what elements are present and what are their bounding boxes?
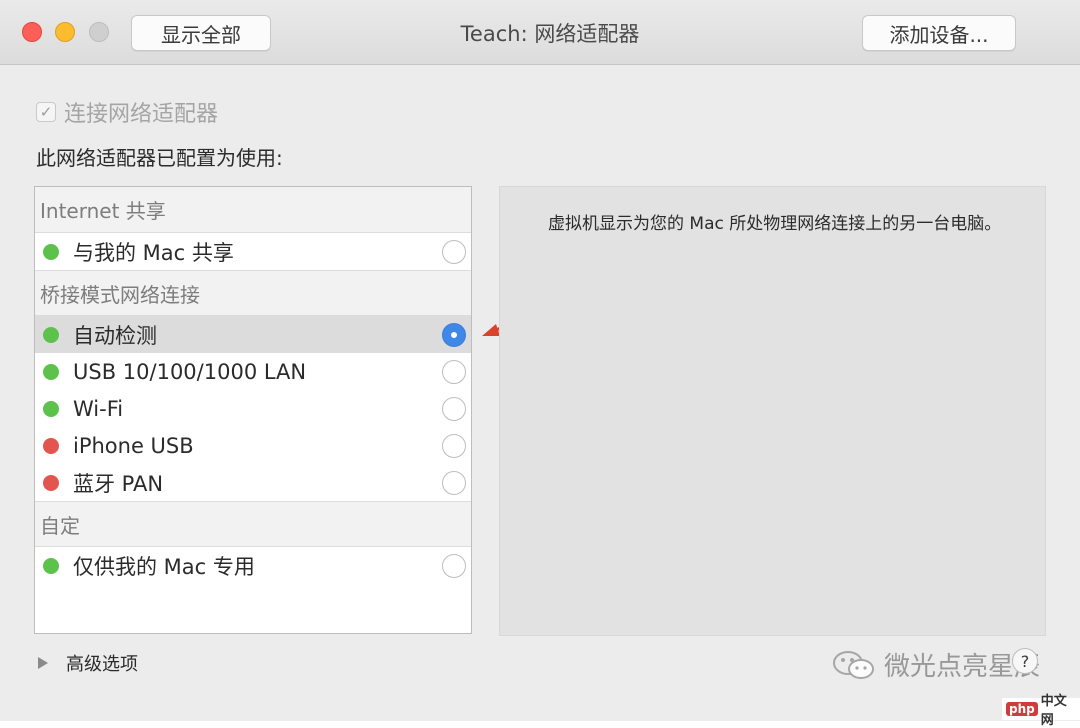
list-item-label: 仅供我的 Mac 专用 [73, 554, 255, 579]
list-item-mac-only[interactable]: 仅供我的 Mac 专用 [35, 547, 471, 584]
watermark: 微光点亮星辰 [832, 646, 1040, 683]
site-badge-cn: 中文网 [1040, 694, 1067, 728]
list-item-share-with-mac[interactable]: 与我的 Mac 共享 [35, 233, 471, 270]
connect-adapter-checkbox[interactable]: ✓ [36, 102, 56, 122]
site-badge-php: php [1006, 702, 1038, 716]
list-item-usb-lan[interactable]: USB 10/100/1000 LAN [35, 353, 471, 390]
advanced-options-label: 高级选项 [66, 654, 138, 675]
radio-button-selected[interactable] [442, 322, 466, 347]
list-item-label: 与我的 Mac 共享 [73, 240, 234, 265]
radio-button[interactable] [442, 359, 466, 384]
radio-button[interactable] [442, 553, 466, 578]
zoom-window-button[interactable] [89, 22, 109, 42]
list-item-label: 自动检测 [73, 323, 157, 348]
list-item-autodetect[interactable]: 自动检测 [35, 316, 471, 353]
show-all-button[interactable]: 显示全部 [131, 15, 271, 51]
section-header-bridged: 桥接模式网络连接 [35, 270, 471, 316]
help-button[interactable]: ? [1012, 648, 1038, 674]
list-item-wifi[interactable]: Wi-Fi [35, 390, 471, 427]
window-title: Teach: 网络适配器 [460, 22, 640, 46]
status-green-icon [43, 363, 59, 380]
radio-button[interactable] [442, 433, 466, 458]
radio-button[interactable] [442, 470, 466, 495]
status-green-icon [43, 243, 59, 260]
minimize-window-button[interactable] [55, 22, 75, 42]
radio-button[interactable] [442, 239, 466, 264]
section-header-custom: 自定 [35, 501, 471, 547]
advanced-options-toggle[interactable]: 高级选项 [38, 650, 138, 676]
list-item-label: USB 10/100/1000 LAN [73, 359, 307, 384]
status-green-icon [43, 326, 59, 343]
configured-label: 此网络适配器已配置为使用: [36, 146, 283, 170]
status-red-icon [43, 474, 59, 491]
list-item-label: 蓝牙 PAN [73, 471, 164, 496]
connect-adapter-row[interactable]: ✓ 连接网络适配器 [36, 96, 218, 128]
list-item-iphone-usb[interactable]: iPhone USB [35, 427, 471, 464]
disclosure-triangle-icon[interactable] [38, 657, 48, 669]
radio-button[interactable] [442, 396, 466, 421]
list-item-label: iPhone USB [73, 433, 194, 458]
section-header-internet-sharing: Internet 共享 [35, 187, 471, 233]
connect-adapter-label: 连接网络适配器 [64, 102, 219, 127]
title-bar: 显示全部 Teach: 网络适配器 添加设备... [0, 0, 1080, 65]
description-text: 虚拟机显示为您的 Mac 所处物理网络连接上的另一台电脑。 [548, 214, 1002, 234]
status-green-icon [43, 557, 59, 574]
list-item-label: Wi-Fi [73, 396, 124, 421]
app-window: 显示全部 Teach: 网络适配器 添加设备... ✓ 连接网络适配器 此网络适… [0, 0, 1080, 728]
description-panel: 虚拟机显示为您的 Mac 所处物理网络连接上的另一台电脑。 [499, 186, 1046, 636]
wechat-icon [833, 650, 874, 679]
list-item-bluetooth-pan[interactable]: 蓝牙 PAN [35, 464, 471, 501]
add-device-button[interactable]: 添加设备... [862, 15, 1016, 51]
adapter-list: Internet 共享 与我的 Mac 共享 桥接模式网络连接 自动检测 USB… [34, 186, 472, 634]
site-badge: php 中文网 [1002, 694, 1080, 728]
close-window-button[interactable] [22, 22, 42, 42]
status-red-icon [43, 437, 59, 454]
status-green-icon [43, 400, 59, 417]
